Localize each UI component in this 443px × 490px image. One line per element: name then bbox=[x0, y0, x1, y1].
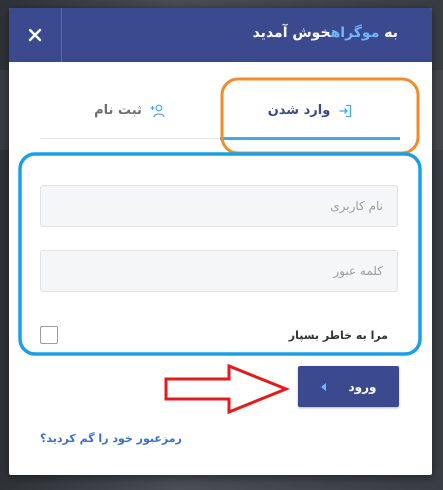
title-suffix: خوش آمدید bbox=[252, 25, 331, 41]
title-prefix: به bbox=[379, 25, 398, 41]
tab-register[interactable]: ثبت نام bbox=[40, 83, 220, 138]
tab-login-label: وارد شدن bbox=[267, 103, 331, 118]
modal-header: به موگراهخوش آمدید bbox=[9, 8, 432, 62]
remember-me-checkbox[interactable] bbox=[40, 326, 58, 344]
remember-me-label: مرا به خاطر بسپار bbox=[288, 328, 388, 342]
forgot-password-link[interactable]: رمزعبور خود را گم کردید؟ bbox=[40, 432, 182, 445]
user-plus-icon bbox=[150, 104, 166, 118]
close-icon bbox=[28, 28, 42, 42]
tab-login[interactable]: وارد شدن bbox=[220, 83, 400, 140]
login-icon bbox=[338, 104, 352, 118]
password-input[interactable] bbox=[40, 250, 398, 292]
login-modal: به موگراهخوش آمدید وارد شدن ثبت نام نام … bbox=[9, 8, 432, 475]
login-submit-button[interactable]: ورود bbox=[298, 366, 399, 407]
login-submit-label: ورود bbox=[348, 379, 377, 394]
remember-me-row: مرا به خاطر بسپار bbox=[40, 324, 398, 346]
modal-title: به موگراهخوش آمدید bbox=[253, 25, 398, 41]
brand-name: موگراه bbox=[330, 25, 380, 41]
auth-tabs: وارد شدن ثبت نام bbox=[40, 83, 400, 140]
username-input[interactable] bbox=[40, 185, 398, 227]
tab-register-label: ثبت نام bbox=[94, 103, 142, 118]
close-button[interactable] bbox=[9, 8, 62, 62]
active-tab-indicator bbox=[220, 137, 400, 140]
caret-left-icon bbox=[320, 382, 326, 391]
